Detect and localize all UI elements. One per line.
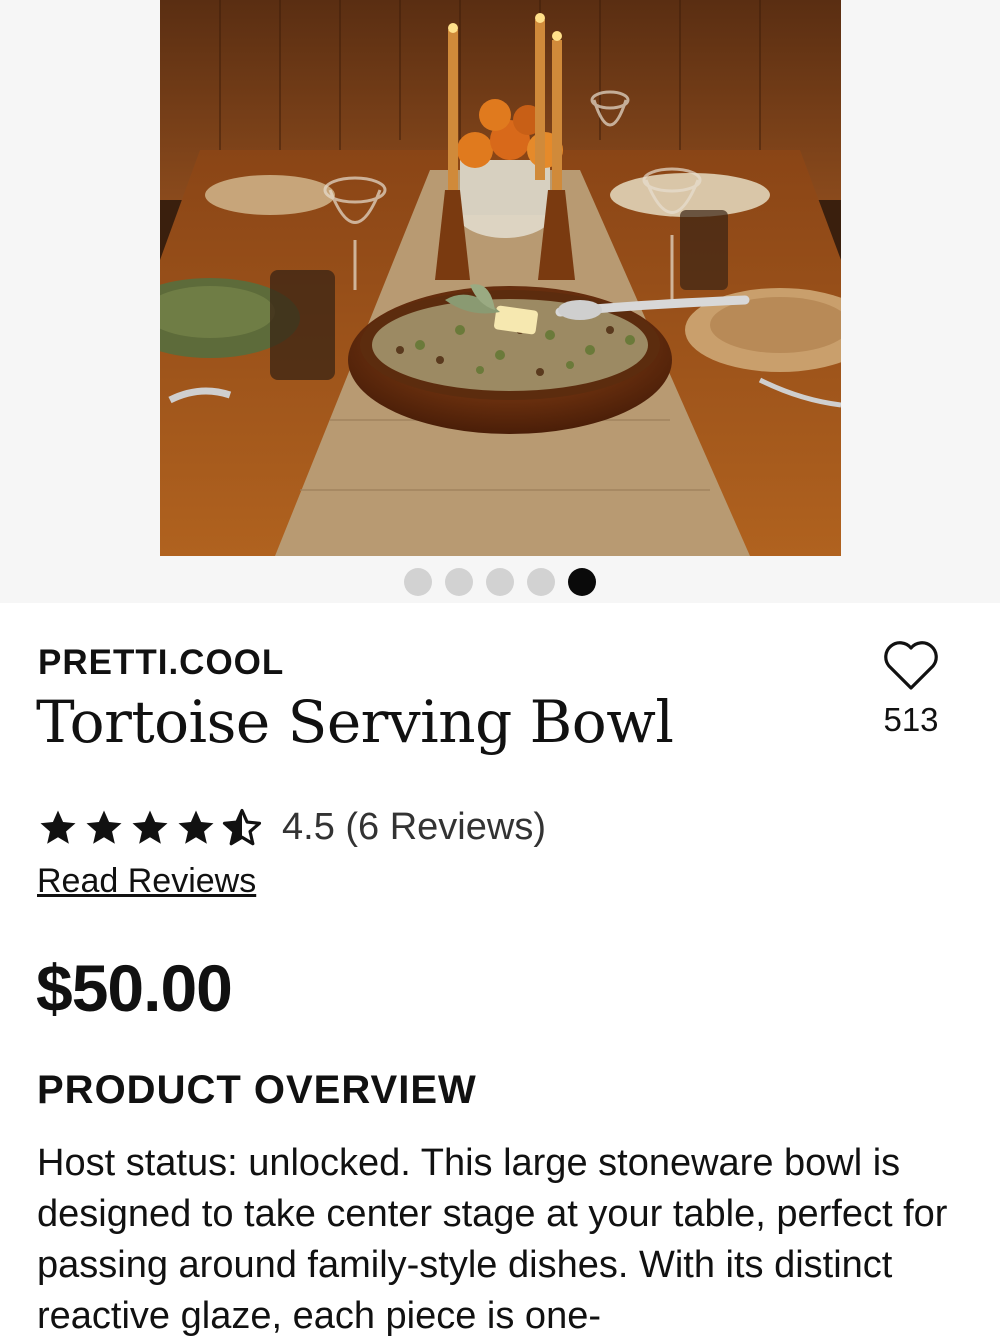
product-title: Tortoise Serving Bowl xyxy=(36,688,674,756)
star-full-icon xyxy=(40,810,76,844)
product-image-gallery[interactable] xyxy=(0,0,1000,603)
favorites-count: 513 xyxy=(883,701,939,738)
star-full-icon xyxy=(86,810,122,844)
gallery-dot-4[interactable] xyxy=(527,568,555,596)
favorite-button[interactable]: 513 xyxy=(878,640,944,739)
gallery-dot-3[interactable] xyxy=(486,568,514,596)
gallery-dot-1[interactable] xyxy=(404,568,432,596)
star-full-icon xyxy=(178,810,214,844)
star-half-icon xyxy=(222,808,262,845)
gallery-pagination xyxy=(0,567,1000,597)
product-overview-text: Host status: unlocked. This large stonew… xyxy=(37,1142,948,1337)
star-full-icon xyxy=(132,810,168,844)
product-overview-heading: PRODUCT OVERVIEW xyxy=(37,1068,477,1112)
product-price: $50.00 xyxy=(36,951,233,1025)
product-photo-illustration xyxy=(160,0,841,556)
rating-text: 4.5 (6 Reviews) xyxy=(282,806,546,848)
brand-name[interactable]: PRETTI.COOL xyxy=(38,643,284,683)
heart-icon[interactable] xyxy=(881,640,941,697)
read-reviews-link[interactable]: Read Reviews xyxy=(37,862,256,901)
rating-summary: 4.5 (6 Reviews) xyxy=(36,806,546,849)
gallery-dot-2[interactable] xyxy=(445,568,473,596)
star-rating xyxy=(36,807,264,849)
product-photo[interactable] xyxy=(160,0,841,556)
gallery-dot-5-active[interactable] xyxy=(568,568,596,596)
